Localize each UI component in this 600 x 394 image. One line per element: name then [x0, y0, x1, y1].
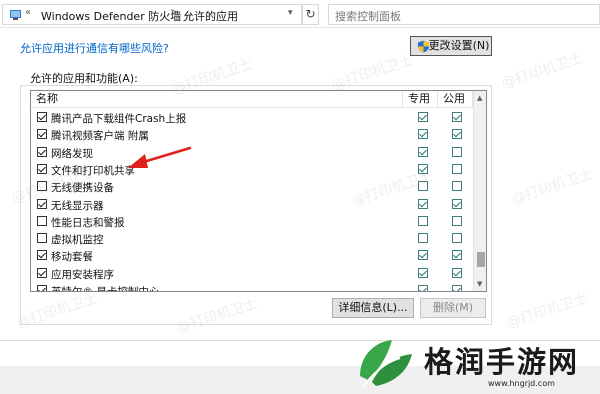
enable-checkbox[interactable] — [37, 112, 47, 122]
public-checkbox[interactable] — [452, 215, 462, 226]
app-name: 腾讯产品下载组件Crash上报 — [51, 113, 187, 125]
public-checkbox[interactable] — [452, 163, 462, 174]
public-checkbox[interactable] — [452, 233, 462, 244]
column-name[interactable]: 名称 — [31, 91, 403, 108]
delete-button[interactable]: 删除(M) — [420, 298, 486, 318]
scrollbar-thumb[interactable] — [477, 252, 485, 267]
apps-list[interactable]: 名称 专用 公用 腾讯产品下载组件Crash上报 腾讯视频客户端 附属 网络发现文件… — [30, 90, 487, 292]
enable-checkbox[interactable] — [37, 129, 47, 140]
enable-checkbox[interactable] — [37, 198, 47, 209]
column-private[interactable]: 专用 — [403, 91, 438, 108]
private-checkbox[interactable] — [418, 233, 428, 244]
risk-link[interactable]: 允许应用进行通信有哪些风险? — [20, 40, 169, 56]
details-button[interactable]: 详细信息(L)... — [332, 298, 414, 318]
app-name: 移动套餐 — [51, 251, 93, 264]
column-public[interactable]: 公用 — [438, 91, 473, 108]
group-label: 允许的应用和功能(A): — [30, 72, 138, 85]
refresh-icon: ↻ — [305, 7, 316, 21]
enable-checkbox[interactable] — [37, 181, 47, 192]
app-name: 应用安装程序 — [51, 268, 114, 281]
enable-checkbox[interactable] — [37, 215, 47, 226]
list-item[interactable]: 腾讯视频客户端 附属 — [31, 126, 472, 143]
app-name: 腾讯视频客户端 附属 — [51, 130, 149, 143]
logo-text: 格润手游网 — [424, 345, 580, 379]
private-checkbox[interactable] — [418, 267, 428, 278]
change-settings-label: 更改设置(N) — [428, 39, 490, 52]
breadcrumb-item-allowed-apps[interactable]: 允许的应用 — [183, 8, 238, 24]
list-item[interactable]: 网络发现 — [31, 144, 472, 161]
enable-checkbox[interactable] — [37, 146, 47, 157]
private-checkbox[interactable] — [418, 112, 428, 122]
private-checkbox[interactable] — [418, 163, 428, 174]
breadcrumb[interactable]: « Windows Defender 防火墙 > 允许的应用 ▾ — [2, 4, 302, 25]
breadcrumb-separator: > — [170, 7, 179, 18]
public-checkbox[interactable] — [452, 267, 462, 278]
list-item[interactable]: 虚拟机监控 — [31, 230, 472, 247]
public-checkbox[interactable] — [452, 146, 462, 157]
list-item[interactable]: 英特尔® 显卡控制中心 — [31, 282, 472, 292]
app-name: 性能日志和警报 — [51, 216, 125, 229]
address-bar: « Windows Defender 防火墙 > 允许的应用 ▾ ↻ 搜索控制面… — [0, 0, 600, 28]
list-item[interactable]: 腾讯产品下载组件Crash上报 — [31, 109, 472, 126]
app-name: 无线便携设备 — [51, 182, 114, 195]
control-panel-icon — [10, 10, 21, 20]
list-item[interactable]: 无线显示器 — [31, 196, 472, 213]
enable-checkbox[interactable] — [37, 163, 47, 174]
address-dropdown-icon[interactable]: ▾ — [288, 8, 293, 18]
refresh-button[interactable]: ↻ — [302, 4, 319, 25]
app-name: 英特尔® 显卡控制中心 — [51, 286, 160, 292]
public-checkbox[interactable] — [452, 250, 462, 261]
watermark: @打印机卫士 — [509, 166, 595, 208]
list-item[interactable]: 应用安装程序 — [31, 265, 472, 282]
breadcrumb-overflow-chevron[interactable]: « — [25, 7, 31, 18]
private-checkbox[interactable] — [418, 215, 428, 226]
uac-shield-icon — [418, 40, 429, 53]
app-name: 无线显示器 — [51, 199, 104, 212]
list-item[interactable]: 移动套餐 — [31, 247, 472, 264]
search-input[interactable]: 搜索控制面板 — [328, 4, 600, 25]
private-checkbox[interactable] — [418, 181, 428, 192]
app-name: 网络发现 — [51, 147, 93, 160]
public-checkbox[interactable] — [452, 112, 462, 122]
list-item[interactable]: 性能日志和警报 — [31, 213, 472, 230]
scroll-up-arrow-icon[interactable]: ▲ — [477, 94, 482, 102]
watermark: @打印机卫士 — [504, 290, 590, 332]
public-checkbox[interactable] — [452, 129, 462, 140]
private-checkbox[interactable] — [418, 146, 428, 157]
private-checkbox[interactable] — [418, 250, 428, 261]
private-checkbox[interactable] — [418, 198, 428, 209]
enable-checkbox[interactable] — [37, 250, 47, 261]
public-checkbox[interactable] — [452, 181, 462, 192]
scroll-down-arrow-icon[interactable]: ▼ — [477, 280, 482, 288]
list-item[interactable]: 文件和打印机共享 — [31, 161, 472, 178]
enable-checkbox[interactable] — [37, 285, 47, 291]
app-name: 文件和打印机共享 — [51, 164, 135, 177]
public-checkbox[interactable] — [452, 285, 462, 291]
list-item[interactable]: 无线便携设备 — [31, 178, 472, 195]
breadcrumb-item-firewall[interactable]: Windows Defender 防火墙 — [41, 8, 181, 24]
change-settings-button[interactable]: 更改设置(N) — [410, 36, 492, 56]
enable-checkbox[interactable] — [37, 233, 47, 244]
public-checkbox[interactable] — [452, 198, 462, 209]
private-checkbox[interactable] — [418, 285, 428, 291]
vertical-scrollbar[interactable]: ▲ ▼ — [473, 91, 486, 291]
private-checkbox[interactable] — [418, 129, 428, 140]
watermark: @打印机卫士 — [499, 50, 585, 92]
app-name: 虚拟机监控 — [51, 234, 104, 247]
site-logo: 格润手游网 www.hngrjd.com — [350, 334, 600, 394]
leaf-logo-icon — [360, 340, 412, 387]
search-placeholder: 搜索控制面板 — [335, 10, 401, 23]
enable-checkbox[interactable] — [37, 267, 47, 278]
logo-url: www.hngrjd.com — [488, 379, 555, 388]
